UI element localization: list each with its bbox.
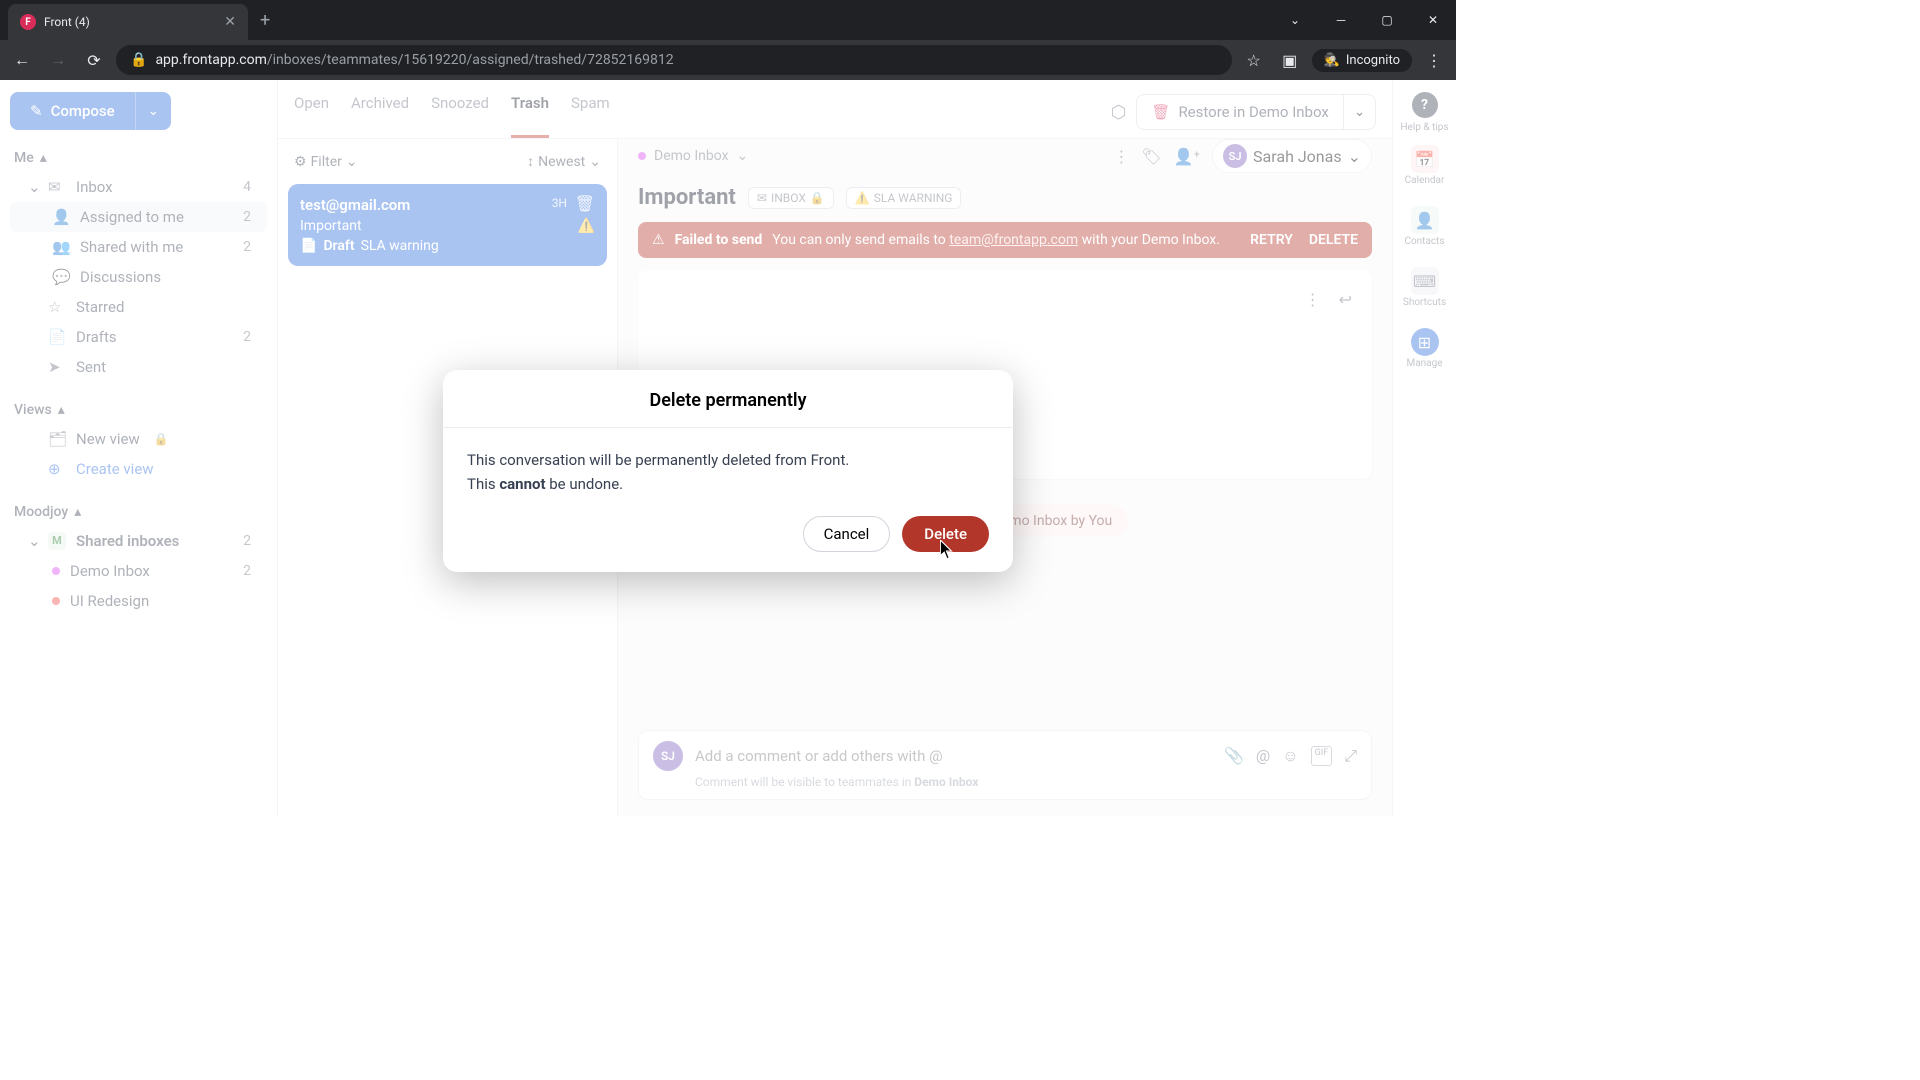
browser-menu-icon[interactable]: ⋮: [1420, 46, 1448, 74]
incognito-icon: 🕵️: [1324, 53, 1340, 68]
incognito-badge: 🕵️ Incognito: [1312, 49, 1412, 72]
lock-icon: 🔒: [130, 52, 147, 68]
url-path: /inboxes/teammates/15619220/assigned/tra…: [267, 52, 674, 68]
modal-title: Delete permanently: [443, 370, 1013, 428]
incognito-label: Incognito: [1346, 53, 1400, 68]
tab-title: Front (4): [44, 15, 216, 29]
minimize-icon[interactable]: ─: [1318, 0, 1364, 40]
new-tab-button[interactable]: +: [260, 10, 270, 31]
delete-modal: Delete permanently This conversation wil…: [443, 370, 1013, 572]
browser-tab-strip: F Front (4) ✕ + ⌄ ─ ▢ ✕: [0, 0, 1456, 40]
browser-toolbar: ← → ⟳ 🔒 app.frontapp.com/inboxes/teammat…: [0, 40, 1456, 80]
address-bar[interactable]: 🔒 app.frontapp.com/inboxes/teammates/156…: [116, 45, 1232, 75]
cursor-icon: [940, 540, 954, 560]
close-tab-icon[interactable]: ✕: [224, 14, 236, 30]
close-window-icon[interactable]: ✕: [1410, 0, 1456, 40]
extensions-icon[interactable]: ▣: [1276, 46, 1304, 74]
back-button[interactable]: ←: [8, 46, 36, 74]
modal-backdrop: Delete permanently This conversation wil…: [0, 80, 1456, 816]
reload-button[interactable]: ⟳: [80, 46, 108, 74]
modal-body: This conversation will be permanently de…: [443, 428, 1013, 516]
cancel-button[interactable]: Cancel: [803, 516, 891, 552]
window-controls: ⌄ ─ ▢ ✕: [1272, 0, 1456, 40]
tab-search-icon[interactable]: ⌄: [1272, 0, 1318, 40]
forward-button[interactable]: →: [44, 46, 72, 74]
bookmark-icon[interactable]: ☆: [1240, 46, 1268, 74]
maximize-icon[interactable]: ▢: [1364, 0, 1410, 40]
favicon: F: [20, 14, 36, 30]
url-domain: app.frontapp.com: [155, 52, 266, 68]
browser-tab[interactable]: F Front (4) ✕: [8, 4, 248, 40]
